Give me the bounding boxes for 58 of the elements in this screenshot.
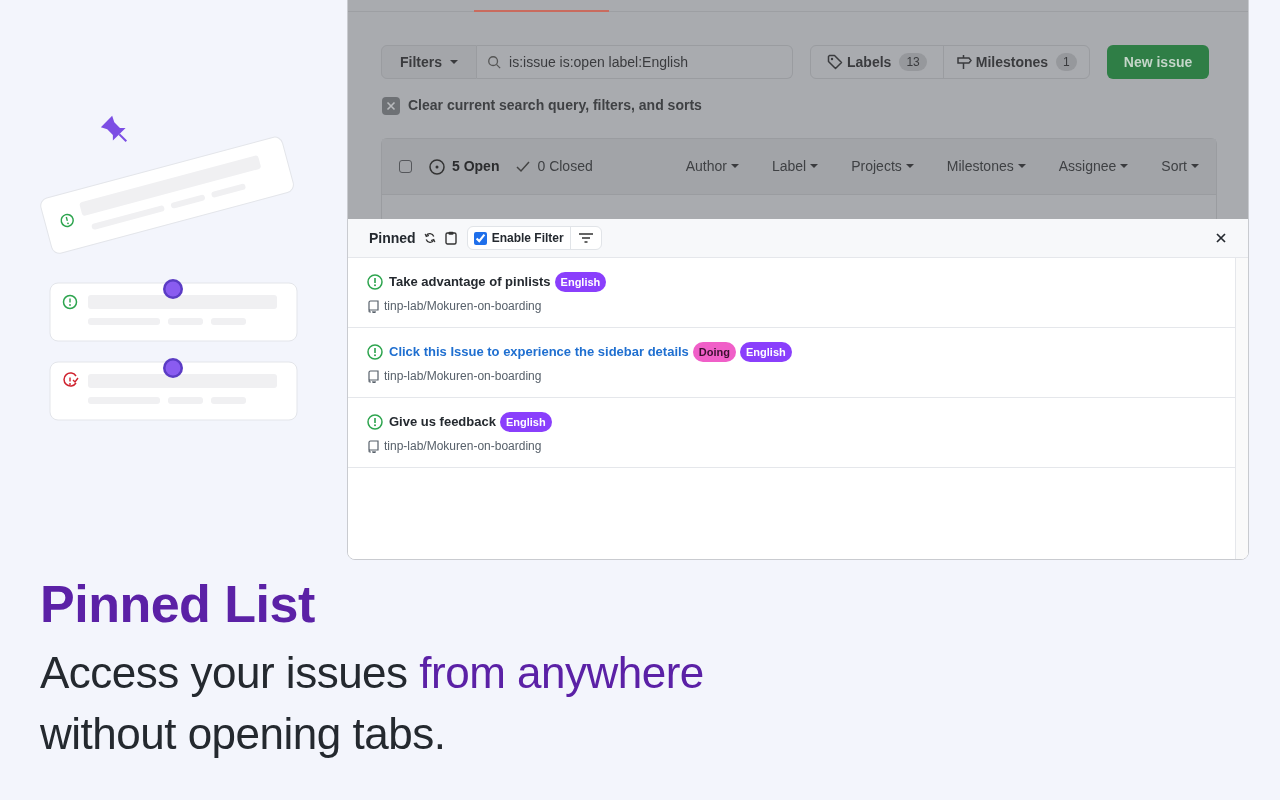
- close-icon[interactable]: [1216, 233, 1226, 243]
- repo-icon: [367, 299, 379, 313]
- filter-dropdown[interactable]: Author: [685, 156, 739, 177]
- filter-dropdown[interactable]: Milestones: [946, 156, 1026, 177]
- filter-dropdown[interactable]: Assignee: [1058, 156, 1129, 177]
- repo-name: tinp-lab/Mokuren-on-boarding: [384, 368, 542, 385]
- pinned-issue-row[interactable]: Take advantage of pinlists English tinp-lab/Mokuren-on-boarding: [348, 258, 1235, 328]
- check-icon: [516, 160, 531, 173]
- caret-icon: [450, 59, 458, 65]
- clipboard-icon[interactable]: [444, 231, 457, 245]
- tagline: Access your issues from anywhere: [40, 647, 704, 699]
- pinned-issue-row[interactable]: Click this Issue to experience the sidebar details Doing English tinp-lab/Mokuren-on-boarding: [348, 328, 1235, 398]
- caret-icon: [1120, 164, 1129, 169]
- issue-title[interactable]: Give us feedback: [389, 412, 496, 432]
- scrollbar[interactable]: [1235, 258, 1248, 559]
- tag-icon: [827, 54, 843, 70]
- issue-open-icon: [367, 274, 383, 290]
- search-field[interactable]: is:issue is:open label:English: [477, 45, 793, 79]
- issue-open-icon: [367, 344, 383, 360]
- count-badge: 13: [899, 53, 927, 71]
- closed-tab[interactable]: 0 Closed: [516, 156, 593, 177]
- signpost-icon: [955, 54, 972, 70]
- filter-dropdown[interactable]: Sort: [1161, 156, 1199, 177]
- issue-title-link[interactable]: Click this Issue to experience the sidebar details: [389, 342, 689, 362]
- caret-icon: [1191, 164, 1199, 169]
- label-tag: Doing: [692, 342, 736, 362]
- repo-icon: [367, 369, 379, 383]
- filter-dropdown[interactable]: Projects: [851, 156, 914, 177]
- repo-name: tinp-lab/Mokuren-on-boarding: [384, 438, 542, 455]
- filters-button[interactable]: Filters: [381, 45, 477, 79]
- open-tab[interactable]: 5 Open: [429, 156, 500, 177]
- label-tag: English: [499, 412, 552, 432]
- clear-filters-link[interactable]: Clear current search query, filters, and sorts: [408, 95, 702, 116]
- issue-open-icon: [367, 414, 383, 430]
- filter-icon[interactable]: [578, 233, 593, 243]
- label-tag: English: [740, 342, 792, 362]
- tagline: without opening tabs.: [40, 708, 447, 760]
- headline: Pinned List: [40, 574, 316, 635]
- caret-icon: [1017, 164, 1026, 169]
- issue-open-icon: [429, 158, 445, 175]
- caret-icon: [810, 164, 819, 169]
- pinned-issue-row[interactable]: Give us feedback English tinp-lab/Mokuren-on-boarding: [348, 398, 1235, 468]
- count-badge: 1: [1056, 53, 1077, 71]
- enable-filter-checkbox[interactable]: [473, 231, 487, 245]
- labels-button[interactable]: Labels 13: [811, 46, 944, 78]
- label-tag: English: [554, 272, 607, 292]
- repo-name: tinp-lab/Mokuren-on-boarding: [384, 298, 542, 315]
- repo-icon: [367, 439, 379, 453]
- checkbox[interactable]: [399, 160, 412, 173]
- filter-dropdown[interactable]: Label: [771, 156, 819, 177]
- milestones-button[interactable]: Milestones 1: [943, 46, 1089, 78]
- panel-title: Pinned: [369, 228, 416, 248]
- refresh-icon[interactable]: [423, 232, 436, 244]
- issue-title[interactable]: Take advantage of pinlists: [389, 272, 551, 292]
- caret-icon: [905, 164, 914, 169]
- caret-icon: [730, 164, 739, 169]
- new-issue-button[interactable]: New issue: [1106, 45, 1210, 79]
- search-icon: [487, 55, 501, 69]
